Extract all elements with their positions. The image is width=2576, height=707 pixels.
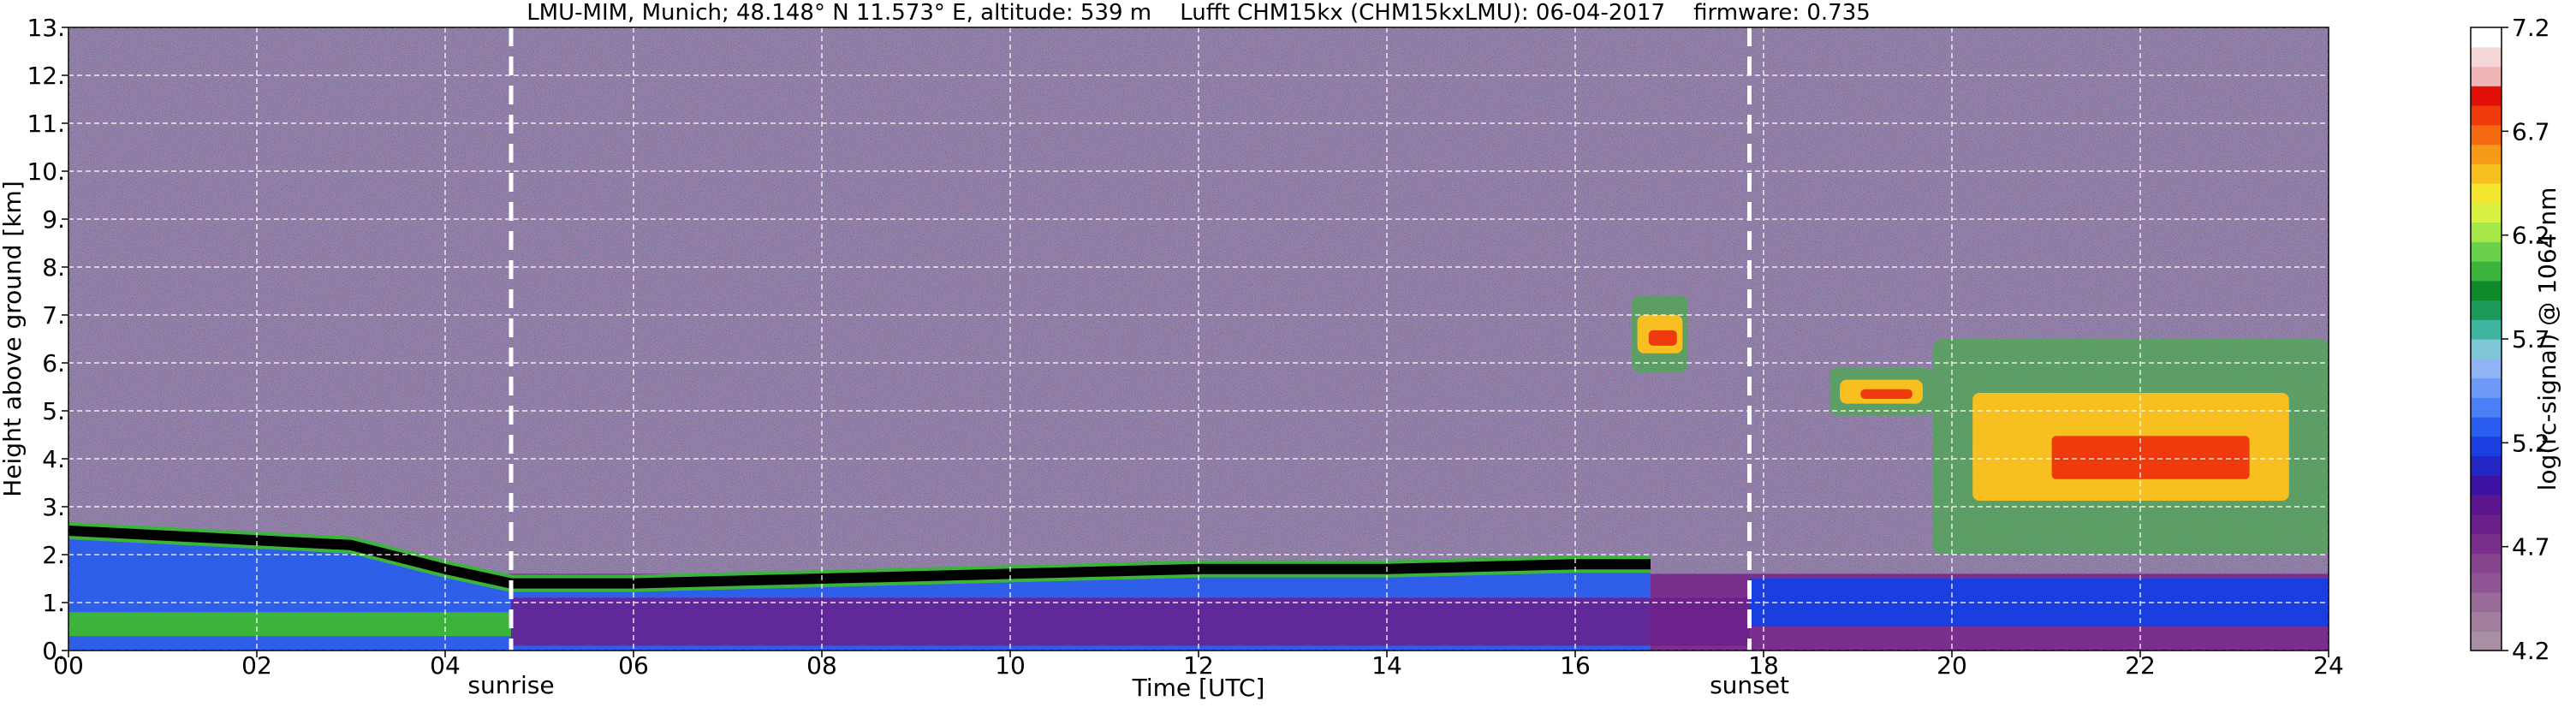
x-tick-label: 24 — [2313, 651, 2344, 680]
colorbar-tick-label: 4.2 — [2512, 637, 2550, 665]
y-tick-label: 1. — [42, 589, 65, 617]
y-tick-label: 12. — [27, 62, 65, 90]
colorbar-segment — [2471, 514, 2502, 535]
y-axis-label: Height above ground [km] — [0, 181, 27, 497]
colorbar-segment — [2471, 222, 2502, 242]
colorbar-segment — [2471, 553, 2502, 573]
x-tick-label: 04 — [430, 651, 461, 680]
cirrus-cloud-core — [2051, 436, 2250, 479]
x-tick-label: 02 — [241, 651, 272, 680]
x-tick-label: 10 — [995, 651, 1026, 680]
colorbar-segment — [2471, 397, 2502, 418]
x-axis-label: Time [UTC] — [1132, 674, 1265, 702]
ceilometer-chart: 00 02 04 06 08 10 12 14 16 18 20 22 24 0.1.2.3.4.5.6… — [0, 0, 2561, 702]
colorbar-segment — [2471, 339, 2502, 359]
colorbar-segment — [2471, 261, 2502, 282]
y-tick-label: 13. — [27, 14, 65, 42]
event-marker-label: sunrise — [467, 671, 554, 699]
colorbar-segment — [2471, 66, 2502, 86]
colorbar-segment — [2471, 46, 2502, 68]
colorbar-label: log(rc-signal) @ 1064 nm — [2533, 187, 2561, 491]
colorbar-segment — [2471, 377, 2502, 398]
x-tick-label: 22 — [2125, 651, 2156, 680]
colorbar-segment — [2471, 631, 2502, 651]
x-tick-label: 16 — [1560, 651, 1591, 680]
y-tick-label: 10. — [27, 157, 65, 186]
colorbar-segment — [2471, 417, 2502, 437]
colorbar-segment — [2471, 105, 2502, 126]
y-tick-label: 7. — [42, 301, 65, 330]
y-tick-label: 6. — [42, 349, 65, 377]
colorbar-segment — [2471, 163, 2502, 184]
cirrus-cloud-core — [1860, 389, 1913, 399]
x-tick-label: 14 — [1371, 651, 1402, 680]
colorbar-segment — [2471, 611, 2502, 632]
x-tick-label: 20 — [1936, 651, 1967, 680]
colorbar-segment — [2471, 280, 2502, 301]
x-tick-label: 06 — [618, 651, 649, 680]
colorbar-segment — [2471, 300, 2502, 320]
y-tick-label: 2. — [42, 541, 65, 569]
colorbar-segment — [2471, 86, 2502, 106]
chart-title: LMU-MIM, Munich; 48.148° N 11.573° E, al… — [527, 0, 1871, 26]
colorbar-segment — [2471, 358, 2502, 379]
y-tick-label: 8. — [42, 253, 65, 282]
x-tick-label: 08 — [806, 651, 837, 680]
colorbar-tick-label: 6.7 — [2512, 117, 2550, 146]
y-tick-label: 11. — [27, 110, 65, 138]
y-tick-label: 9. — [42, 205, 65, 234]
y-tick-label: 0. — [42, 637, 65, 665]
colorbar-segment — [2471, 591, 2502, 613]
cirrus-cloud-core — [1648, 330, 1677, 346]
y-tick-label: 5. — [42, 397, 65, 425]
colorbar-segment — [2471, 144, 2502, 164]
colorbar-segment — [2471, 533, 2502, 554]
surface-aerosol — [511, 597, 1750, 646]
event-marker-label: sunset — [1710, 671, 1789, 699]
colorbar-tick-label: 4.7 — [2512, 533, 2550, 561]
y-tick-label: 4. — [42, 445, 65, 473]
plot-area — [68, 27, 2329, 651]
colorbar-segment — [2471, 202, 2502, 223]
colorbar-segment — [2471, 475, 2502, 496]
colorbar-segment — [2471, 27, 2502, 48]
colorbar-segment — [2471, 455, 2502, 476]
colorbar-segment — [2471, 183, 2502, 204]
y-axis: 0. 1. 2. 3. 4. 5. 6. 7. 8. 9. 10. 11. 12. 13. — [27, 14, 68, 665]
colorbar-segment — [2471, 241, 2502, 262]
colorbar-segment — [2471, 319, 2502, 340]
colorbar-tick-label: 7.2 — [2512, 14, 2550, 42]
colorbar-segment — [2471, 495, 2502, 515]
y-tick-label: 3. — [42, 493, 65, 521]
residual-layer-morning — [68, 612, 511, 637]
colorbar-segment — [2471, 573, 2502, 593]
colorbar-segment — [2471, 124, 2502, 146]
colorbar-segment — [2471, 436, 2502, 457]
